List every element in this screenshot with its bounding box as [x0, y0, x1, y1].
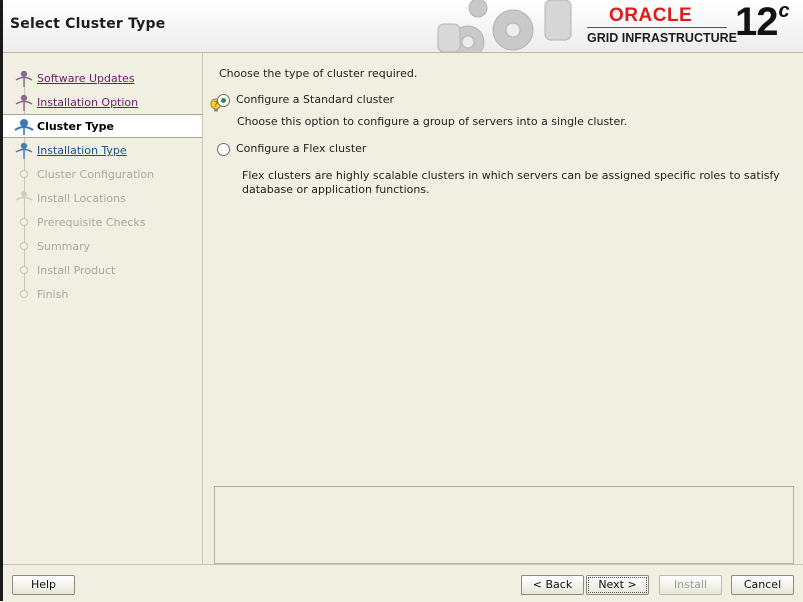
version-number: 12: [735, 0, 778, 44]
oracle-logo-text: ORACLE: [609, 5, 693, 26]
step-label[interactable]: Software Updates: [37, 72, 135, 85]
step-cluster-configuration: Cluster Configuration: [3, 163, 202, 185]
step-current-person-icon: [14, 119, 34, 135]
step-cluster-type: Cluster Type: [3, 114, 202, 138]
page-title: Select Cluster Type: [10, 16, 166, 32]
step-done-person-icon: [15, 70, 33, 87]
step-installation-option[interactable]: Installation Option: [3, 91, 202, 113]
flex-cluster-radio[interactable]: [217, 143, 230, 156]
step-label: Install Product: [37, 264, 116, 277]
step-next-person-icon: [15, 142, 33, 159]
next-button[interactable]: Next >: [586, 575, 649, 595]
back-button[interactable]: < Back: [521, 575, 584, 595]
cancel-button[interactable]: Cancel: [731, 575, 794, 595]
help-button[interactable]: Help: [12, 575, 75, 595]
cluster-type-prompt: Choose the type of cluster required.: [219, 67, 418, 80]
step-label: Summary: [37, 240, 91, 253]
header-banner: Select Cluster Type ORACLE GRID INFRASTR…: [3, 0, 803, 53]
version-suffix: c: [778, 0, 790, 22]
install-button[interactable]: Install: [659, 575, 722, 595]
step-finish: Finish: [3, 283, 202, 305]
main-panel: Choose the type of cluster required. ? C…: [202, 53, 803, 564]
step-software-updates[interactable]: Software Updates: [3, 67, 202, 89]
step-label: Prerequisite Checks: [37, 216, 146, 229]
standard-cluster-description: Choose this option to configure a group …: [237, 115, 628, 128]
step-label: Install Locations: [37, 192, 126, 205]
version-badge: 12c: [735, 0, 790, 45]
step-pending-dot-icon: [20, 242, 28, 250]
step-install-product: Install Product: [3, 259, 202, 281]
step-done-person-icon: [15, 94, 33, 111]
step-pending-dot-icon: [20, 218, 28, 226]
flex-cluster-description: Flex clusters are highly scalable cluste…: [242, 169, 780, 196]
step-installation-type[interactable]: Installation Type: [3, 139, 202, 161]
step-prerequisite-checks: Prerequisite Checks: [3, 211, 202, 233]
standard-cluster-option[interactable]: Configure a Standard cluster: [217, 93, 517, 109]
step-label: Cluster Configuration: [37, 168, 155, 181]
flex-cluster-option[interactable]: Configure a Flex cluster: [217, 142, 517, 158]
installer-window: Select Cluster Type ORACLE GRID INFRASTR…: [0, 0, 803, 601]
step-label[interactable]: Installation Type: [37, 144, 127, 157]
step-pending-dot-icon: [20, 170, 28, 178]
step-pending-person-icon: [15, 191, 33, 201]
step-label: Finish: [37, 288, 69, 301]
standard-cluster-label[interactable]: Configure a Standard cluster: [236, 93, 394, 106]
flex-cluster-label[interactable]: Configure a Flex cluster: [236, 142, 366, 155]
step-pending-dot-icon: [20, 266, 28, 274]
step-label[interactable]: Installation Option: [37, 96, 138, 109]
step-summary: Summary: [3, 235, 202, 257]
standard-cluster-radio[interactable]: [217, 94, 230, 107]
step-label: Cluster Type: [37, 120, 114, 133]
message-area: [214, 486, 794, 564]
product-name: GRID INFRASTRUCTURE: [587, 31, 737, 45]
gears-decoration-icon: [437, 0, 572, 52]
footer-bar: Help < Back Next > Install Cancel: [3, 564, 803, 602]
steps-sidebar: Software Updates Installation Option Clu…: [3, 53, 202, 564]
logo-divider: [587, 27, 727, 28]
step-pending-dot-icon: [20, 290, 28, 298]
step-install-locations: Install Locations: [3, 187, 202, 209]
